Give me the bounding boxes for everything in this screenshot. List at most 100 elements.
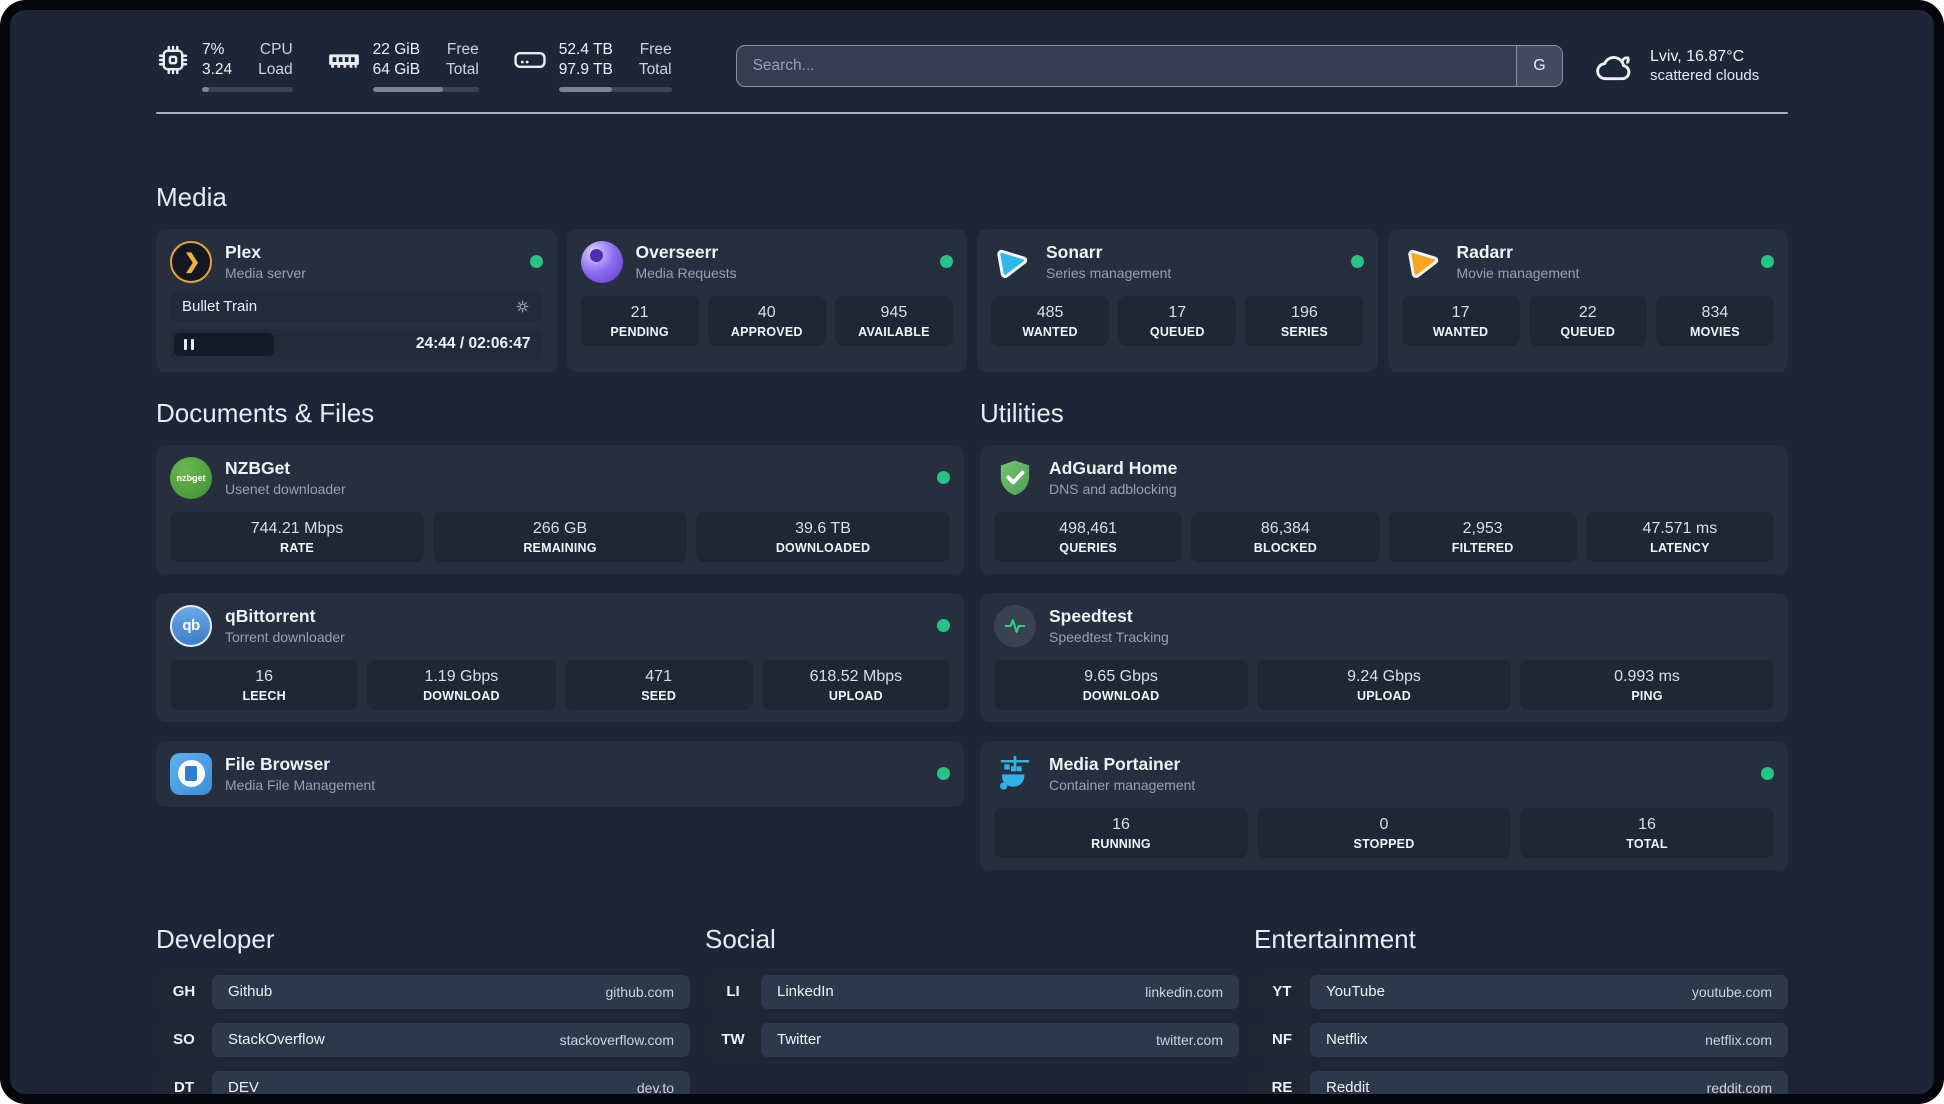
sonarr-status-dot — [1350, 255, 1364, 269]
sonarr-icon — [991, 241, 1033, 283]
plex-icon: ❯ — [170, 240, 212, 283]
radarr-icon — [1402, 241, 1444, 283]
overseerr-card[interactable]: Overseerr Media Requests 21 PENDING 40 A… — [566, 228, 967, 372]
stat-download: 9.65 Gbps DOWNLOAD — [994, 659, 1248, 710]
stat-seed: 471 SEED — [564, 659, 753, 710]
session-gear-icon[interactable] — [514, 298, 531, 315]
filebrowser-icon — [170, 752, 212, 795]
bookmark-netflix[interactable]: NF Netflix netflix.com — [1254, 1022, 1788, 1057]
nzbget-title: NZBGet — [225, 458, 291, 479]
portainer-subtitle: Container management — [1049, 777, 1196, 794]
sonarr-subtitle: Series management — [1046, 265, 1172, 282]
stat-wanted: 485 WANTED — [991, 295, 1110, 346]
adguard-subtitle: DNS and adblocking — [1049, 481, 1177, 498]
memory-stat: 22 GiB 64 GiB Free Total — [327, 40, 479, 92]
hard-drive-icon — [514, 51, 546, 69]
pause-icon — [184, 338, 187, 350]
qbittorrent-icon: qb — [170, 604, 212, 647]
pause-button[interactable] — [174, 332, 274, 356]
plex-card[interactable]: ❯ Plex Media server Bullet Train 24:44 /… — [156, 228, 557, 372]
radarr-card[interactable]: Radarr Movie management 17 WANTED 22 QUE… — [1387, 228, 1788, 372]
bookmark-github[interactable]: GH Github github.com — [156, 974, 690, 1009]
bookmark-reddit[interactable]: RE Reddit reddit.com — [1254, 1070, 1788, 1094]
overseerr-title: Overseerr — [635, 242, 719, 263]
stat-available: 945 AVAILABLE — [834, 295, 953, 346]
qbittorrent-card[interactable]: qb qBittorrent Torrent downloader 16 LEE… — [156, 592, 964, 722]
nzbget-status-dot — [937, 471, 950, 485]
section-title-media: Media — [156, 181, 227, 212]
stat-series: 196 SERIES — [1245, 295, 1364, 346]
cpu-usage-bar — [202, 86, 293, 92]
memory-label-1: Free — [446, 41, 479, 58]
top-bar: 7% 3.24 CPU Load 22 GiB 64 GiB Free Tota… — [156, 40, 1788, 92]
radarr-subtitle: Movie management — [1456, 265, 1580, 282]
search-input[interactable] — [736, 45, 1516, 86]
stat-stopped: 0 STOPPED — [1257, 807, 1511, 858]
memory-label-2: Total — [446, 61, 479, 79]
section-title-entertainment: Entertainment — [1254, 923, 1416, 954]
nzbget-card[interactable]: nzbget NZBGet Usenet downloader 744.21 M… — [156, 444, 964, 574]
playback-progress-row: 24:44 / 02:06:47 — [170, 328, 543, 360]
stat-queued: 17 QUEUED — [1118, 295, 1237, 346]
stat-downloaded: 39.6 TB DOWNLOADED — [696, 511, 950, 562]
radarr-title: Radarr — [1456, 242, 1513, 263]
header-divider — [156, 111, 1788, 114]
now-playing-row: Bullet Train — [170, 291, 543, 322]
adguard-card[interactable]: AdGuard Home DNS and adblocking 498,461 … — [980, 444, 1788, 574]
sonarr-card[interactable]: Sonarr Series management 485 WANTED 17 Q… — [977, 228, 1378, 372]
stat-latency: 47.571 ms LATENCY — [1585, 511, 1774, 562]
filebrowser-status-dot — [937, 767, 950, 781]
search-engine-button[interactable]: G — [1516, 45, 1562, 86]
nzbget-icon: nzbget — [170, 456, 212, 499]
section-title-developer: Developer — [156, 923, 275, 954]
radarr-status-dot — [1761, 255, 1774, 269]
overseerr-subtitle: Media Requests — [635, 265, 737, 282]
stat-leech: 16 LEECH — [170, 659, 359, 710]
adguard-title: AdGuard Home — [1049, 458, 1178, 479]
stat-queries: 498,461 QUERIES — [994, 511, 1183, 562]
qbittorrent-subtitle: Torrent downloader — [225, 629, 345, 646]
search-bar: G — [735, 44, 1563, 87]
nzbget-subtitle: Usenet downloader — [225, 481, 346, 498]
storage-label-2: Total — [638, 61, 672, 79]
memory-icon — [328, 54, 359, 68]
bookmark-linkedin[interactable]: LI LinkedIn linkedin.com — [705, 974, 1239, 1009]
cpu-stat: 7% 3.24 CPU Load — [156, 40, 293, 92]
stat-queued: 22 QUEUED — [1528, 295, 1647, 346]
storage-label-1: Free — [639, 41, 672, 58]
dashboard: 7% 3.24 CPU Load 22 GiB 64 GiB Free Tota… — [0, 0, 1944, 1104]
stat-movies: 834 MOVIES — [1655, 295, 1774, 346]
plex-title: Plex — [225, 242, 261, 263]
stat-pending: 21 PENDING — [580, 295, 699, 346]
weather-condition: scattered clouds — [1650, 66, 1760, 84]
cpu-chip-icon — [158, 45, 188, 75]
cloud-icon — [1596, 56, 1631, 81]
storage-usage-bar — [558, 86, 672, 92]
plex-status-dot — [529, 255, 543, 269]
speedtest-title: Speedtest — [1049, 606, 1133, 627]
filebrowser-card[interactable]: File Browser Media File Management — [156, 740, 964, 807]
weather-widget: Lviv, 16.87°C scattered clouds — [1593, 47, 1788, 85]
cpu-label-1: CPU — [259, 41, 293, 58]
portainer-card[interactable]: Media Portainer Container management 16 … — [980, 740, 1788, 870]
overseerr-status-dot — [940, 255, 953, 269]
bookmark-twitter[interactable]: TW Twitter twitter.com — [705, 1022, 1239, 1057]
bookmark-dev[interactable]: DT DEV dev.to — [156, 1070, 690, 1094]
stat-approved: 40 APPROVED — [707, 295, 826, 346]
bookmark-stackoverflow[interactable]: SO StackOverflow stackoverflow.com — [156, 1022, 690, 1057]
portainer-status-dot — [1761, 767, 1774, 781]
stat-wanted: 17 WANTED — [1401, 295, 1520, 346]
bookmark-youtube[interactable]: YT YouTube youtube.com — [1254, 974, 1788, 1009]
pause-icon — [191, 338, 194, 350]
section-title-social: Social — [705, 923, 776, 954]
now-playing-title: Bullet Train — [182, 298, 258, 316]
memory-total: 64 GiB — [372, 61, 421, 79]
media-grid: ❯ Plex Media server Bullet Train 24:44 /… — [156, 228, 1788, 372]
speedtest-card[interactable]: Speedtest Speedtest Tracking 9.65 Gbps D… — [980, 592, 1788, 722]
filebrowser-subtitle: Media File Management — [225, 777, 376, 794]
storage-total: 97.9 TB — [558, 61, 613, 79]
memory-free: 22 GiB — [372, 41, 421, 58]
stat-ping: 0.993 ms PING — [1520, 659, 1774, 710]
adguard-icon — [994, 457, 1036, 499]
speedtest-subtitle: Speedtest Tracking — [1049, 629, 1169, 646]
